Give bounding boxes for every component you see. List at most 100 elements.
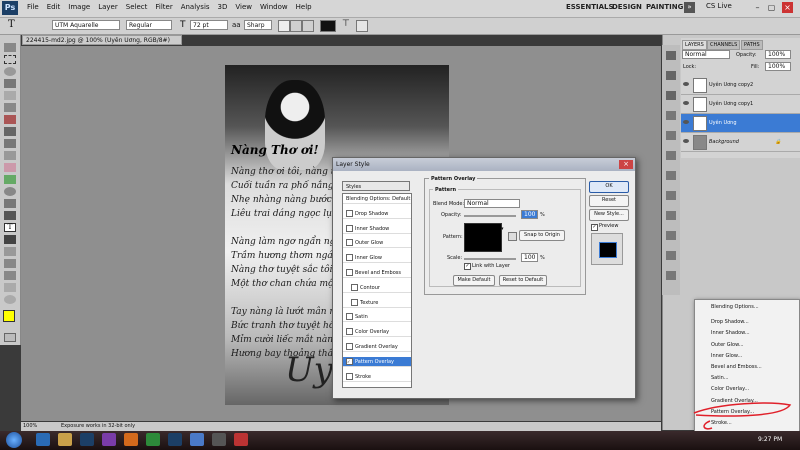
eye-icon[interactable]	[683, 120, 689, 124]
app-icon[interactable]	[212, 433, 226, 446]
align-left-icon[interactable]	[278, 20, 290, 32]
anti-alias-select[interactable]: Sharp	[244, 20, 272, 30]
close-icon[interactable]: ×	[782, 2, 793, 13]
style-item[interactable]: Blending Options: Default	[343, 194, 411, 204]
style-item[interactable]: Drop Shadow	[343, 209, 411, 219]
font-style-select[interactable]: Regular	[126, 20, 172, 30]
3d-orbit-tool-icon[interactable]	[4, 271, 16, 280]
firefox-icon[interactable]	[124, 433, 138, 446]
type-tool-icon[interactable]: T	[4, 223, 16, 232]
actions-panel-icon[interactable]	[666, 131, 676, 140]
info-panel-icon[interactable]	[666, 71, 676, 80]
warp-text-icon[interactable]: ⊤	[342, 19, 350, 29]
styles-header[interactable]: Styles	[342, 181, 410, 191]
brush-tool-icon[interactable]	[4, 127, 16, 136]
menu-window[interactable]: Window	[260, 3, 288, 11]
style-item[interactable]: Stroke	[343, 372, 411, 382]
photoshop-icon[interactable]	[80, 433, 94, 446]
style-checkbox[interactable]	[346, 343, 353, 350]
character-panel-icon[interactable]	[356, 20, 368, 32]
style-item[interactable]: ✓ Pattern Overlay	[343, 356, 411, 367]
style-checkbox[interactable]	[346, 254, 353, 262]
history-brush-tool-icon[interactable]	[4, 151, 16, 160]
app-icon[interactable]	[190, 433, 204, 446]
clone-stamp-tool-icon[interactable]	[4, 139, 16, 148]
style-checkbox[interactable]	[346, 372, 353, 380]
3d-rotate-tool-icon[interactable]	[4, 259, 16, 268]
styles-panel-icon[interactable]	[666, 171, 676, 180]
menu-view[interactable]: View	[235, 3, 252, 11]
pattern-dropdown-icon[interactable]: ▾	[501, 226, 504, 232]
marquee-tool-icon[interactable]	[4, 55, 16, 64]
menu-analysis[interactable]: Analysis	[181, 3, 210, 11]
media-icon[interactable]	[102, 433, 116, 446]
minimize-icon[interactable]: –	[752, 2, 763, 13]
ok-button[interactable]: OK	[589, 181, 629, 193]
reset-to-default-button[interactable]: Reset to Default	[499, 275, 547, 286]
opacity-slider[interactable]	[464, 215, 516, 217]
style-item[interactable]: Inner Shadow	[343, 224, 411, 234]
app-icon[interactable]	[234, 433, 248, 446]
maximize-icon[interactable]: ▢	[766, 2, 777, 13]
fill-field[interactable]: 100%	[765, 62, 791, 71]
style-item[interactable]: Inner Glow	[343, 253, 411, 264]
move-tool-icon[interactable]	[4, 43, 16, 52]
font-family-select[interactable]: UTM Aquarelle	[52, 20, 120, 30]
scale-slider[interactable]	[464, 258, 516, 260]
hand-tool-icon[interactable]	[4, 283, 16, 292]
cs-live-button[interactable]: CS Live	[706, 2, 732, 10]
folder-icon[interactable]	[58, 433, 72, 446]
style-checkbox[interactable]	[346, 209, 353, 217]
zoom-tool-icon[interactable]	[4, 295, 16, 304]
style-item[interactable]: Contour	[343, 283, 411, 293]
context-menu-item[interactable]: Bevel and Emboss...	[695, 362, 799, 373]
more-workspaces-icon[interactable]: »	[684, 2, 695, 13]
swatches-panel-icon[interactable]	[666, 151, 676, 160]
style-checkbox[interactable]: ✓	[346, 357, 353, 365]
eraser-tool-icon[interactable]	[4, 163, 16, 172]
layer-row[interactable]: Background 🔒	[681, 133, 800, 152]
healing-brush-tool-icon[interactable]	[4, 115, 16, 124]
context-menu-item[interactable]: Satin...	[695, 373, 799, 384]
style-checkbox[interactable]	[346, 269, 353, 276]
scale-field[interactable]: 100	[521, 253, 538, 262]
start-button-icon[interactable]	[6, 432, 22, 448]
opacity-field[interactable]: 100	[521, 210, 538, 219]
adjustments-panel-icon[interactable]	[666, 191, 676, 200]
link-with-layer-checkbox[interactable]: ✓	[464, 263, 471, 270]
menu-edit[interactable]: Edit	[47, 3, 61, 11]
shape-tool-icon[interactable]	[4, 247, 16, 256]
style-item[interactable]: Satin	[343, 312, 411, 323]
context-menu-item[interactable]: Blending Options...	[695, 302, 799, 313]
menu-filter[interactable]: Filter	[155, 3, 172, 11]
lasso-tool-icon[interactable]	[4, 67, 16, 76]
workspace-design[interactable]: DESIGN	[612, 3, 642, 11]
style-item[interactable]: Bevel and Emboss	[343, 268, 411, 278]
eye-icon[interactable]	[683, 101, 689, 105]
paragraph-panel-icon[interactable]	[666, 251, 676, 260]
style-item[interactable]: Gradient Overlay	[343, 342, 411, 352]
tab-channels[interactable]: CHANNELS	[707, 40, 741, 50]
snap-to-origin-button[interactable]: Snap to Origin	[519, 230, 565, 241]
gradient-tool-icon[interactable]	[4, 175, 16, 184]
zoom-level[interactable]: 100%	[23, 422, 37, 431]
new-preset-icon[interactable]	[508, 232, 517, 241]
context-menu-item[interactable]: Drop Shadow...	[695, 317, 799, 328]
eye-icon[interactable]	[683, 139, 689, 143]
document-tab[interactable]: 224415-md2.jpg @ 100% (Uyên Uơng, RGB/8#…	[22, 35, 182, 45]
style-checkbox[interactable]	[346, 239, 353, 247]
photoshop-window-icon[interactable]	[168, 433, 182, 446]
crop-tool-icon[interactable]	[4, 91, 16, 100]
new-style-button[interactable]: New Style...	[589, 209, 629, 221]
history-panel-icon[interactable]	[666, 111, 676, 120]
blur-tool-icon[interactable]	[4, 187, 16, 196]
tab-paths[interactable]: PATHS	[741, 40, 763, 50]
navigator-panel-icon[interactable]	[666, 91, 676, 100]
masks-panel-icon[interactable]	[666, 211, 676, 220]
preview-checkbox[interactable]: ✓	[591, 224, 598, 231]
foreground-color-swatch[interactable]	[3, 310, 15, 322]
workspace-essentials[interactable]: ESSENTIALS	[566, 3, 614, 11]
blend-mode-select[interactable]: Normal	[464, 199, 520, 208]
opacity-field[interactable]: 100%	[765, 50, 791, 59]
style-checkbox[interactable]	[351, 298, 358, 306]
